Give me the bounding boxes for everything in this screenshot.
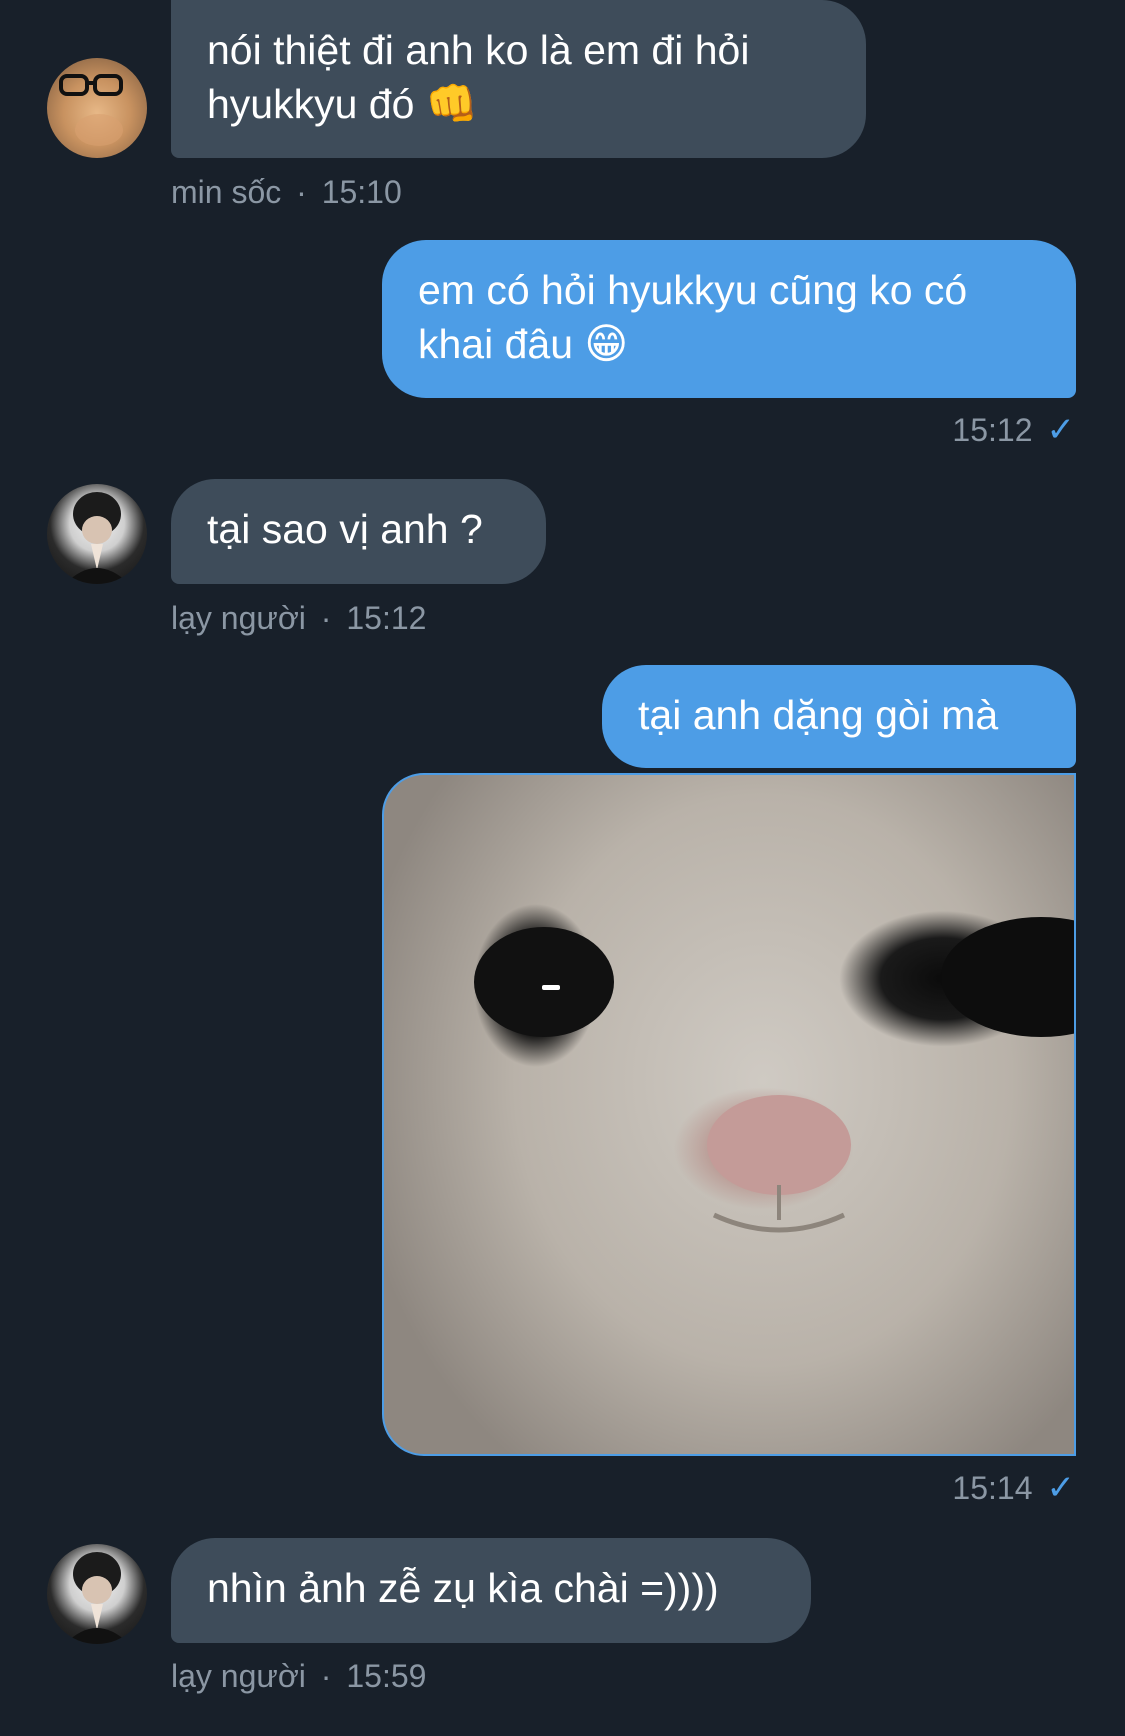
- sender-avatar[interactable]: [47, 1544, 147, 1644]
- person-praying-icon: [65, 1552, 129, 1644]
- glasses-icon: [59, 74, 123, 146]
- cat-face-illustration: [474, 917, 1074, 1233]
- message-text-line: hyukkyu đó: [207, 81, 415, 127]
- sender-name: min sốc: [171, 174, 282, 210]
- sender-name: lạy người: [171, 600, 306, 636]
- message-bubble-1[interactable]: nói thiệt đi anh ko là em đi hỏi hyukkyu…: [171, 0, 866, 158]
- read-check-icon: ✓: [1046, 411, 1076, 449]
- person-praying-icon: [65, 492, 129, 584]
- meta-separator: ·: [296, 174, 307, 210]
- message-time: 15:12: [952, 412, 1033, 448]
- message-time: 15:14: [952, 1470, 1033, 1506]
- message-text: nhìn ảnh zễ zụ kìa chài =)))): [207, 1565, 719, 1611]
- message-bubble-4[interactable]: tại anh dặng gòi mà: [602, 665, 1076, 768]
- meta-separator: ·: [320, 1658, 332, 1694]
- meta-separator: ·: [320, 600, 332, 636]
- sender-avatar[interactable]: [47, 58, 147, 158]
- message-time: 15:59: [346, 1658, 427, 1694]
- message-bubble-2[interactable]: em có hỏi hyukkyu cũng ko có khai đâu 😁: [382, 240, 1076, 398]
- message-meta: min sốc · 15:10: [171, 172, 402, 212]
- cat-face-photo[interactable]: [382, 773, 1076, 1456]
- message-time: 15:12: [346, 600, 427, 636]
- message-text-line: khai đâu: [418, 321, 574, 367]
- message-meta: 15:12 ✓: [952, 410, 1075, 450]
- fist-emoji-icon: 👊: [425, 80, 479, 127]
- message-text: tại sao vị anh ?: [207, 506, 483, 552]
- message-text-line: nói thiệt đi anh ko là em đi hỏi: [207, 27, 750, 73]
- message-bubble-5[interactable]: nhìn ảnh zễ zụ kìa chài =)))): [171, 1538, 811, 1643]
- message-text-line: em có hỏi hyukkyu cũng ko có: [418, 267, 968, 313]
- message-bubble-3[interactable]: tại sao vị anh ?: [171, 479, 546, 584]
- message-meta: lạy người · 15:59: [171, 1656, 426, 1696]
- sender-avatar[interactable]: [47, 484, 147, 584]
- message-meta: lạy người · 15:12: [171, 598, 426, 638]
- message-text: tại anh dặng gòi mà: [638, 692, 999, 738]
- read-check-icon: ✓: [1046, 1469, 1076, 1507]
- message-time: 15:10: [321, 174, 402, 210]
- message-meta: 15:14 ✓: [952, 1468, 1075, 1508]
- sender-name: lạy người: [171, 1658, 306, 1694]
- grinning-emoji-icon: 😁: [584, 320, 629, 367]
